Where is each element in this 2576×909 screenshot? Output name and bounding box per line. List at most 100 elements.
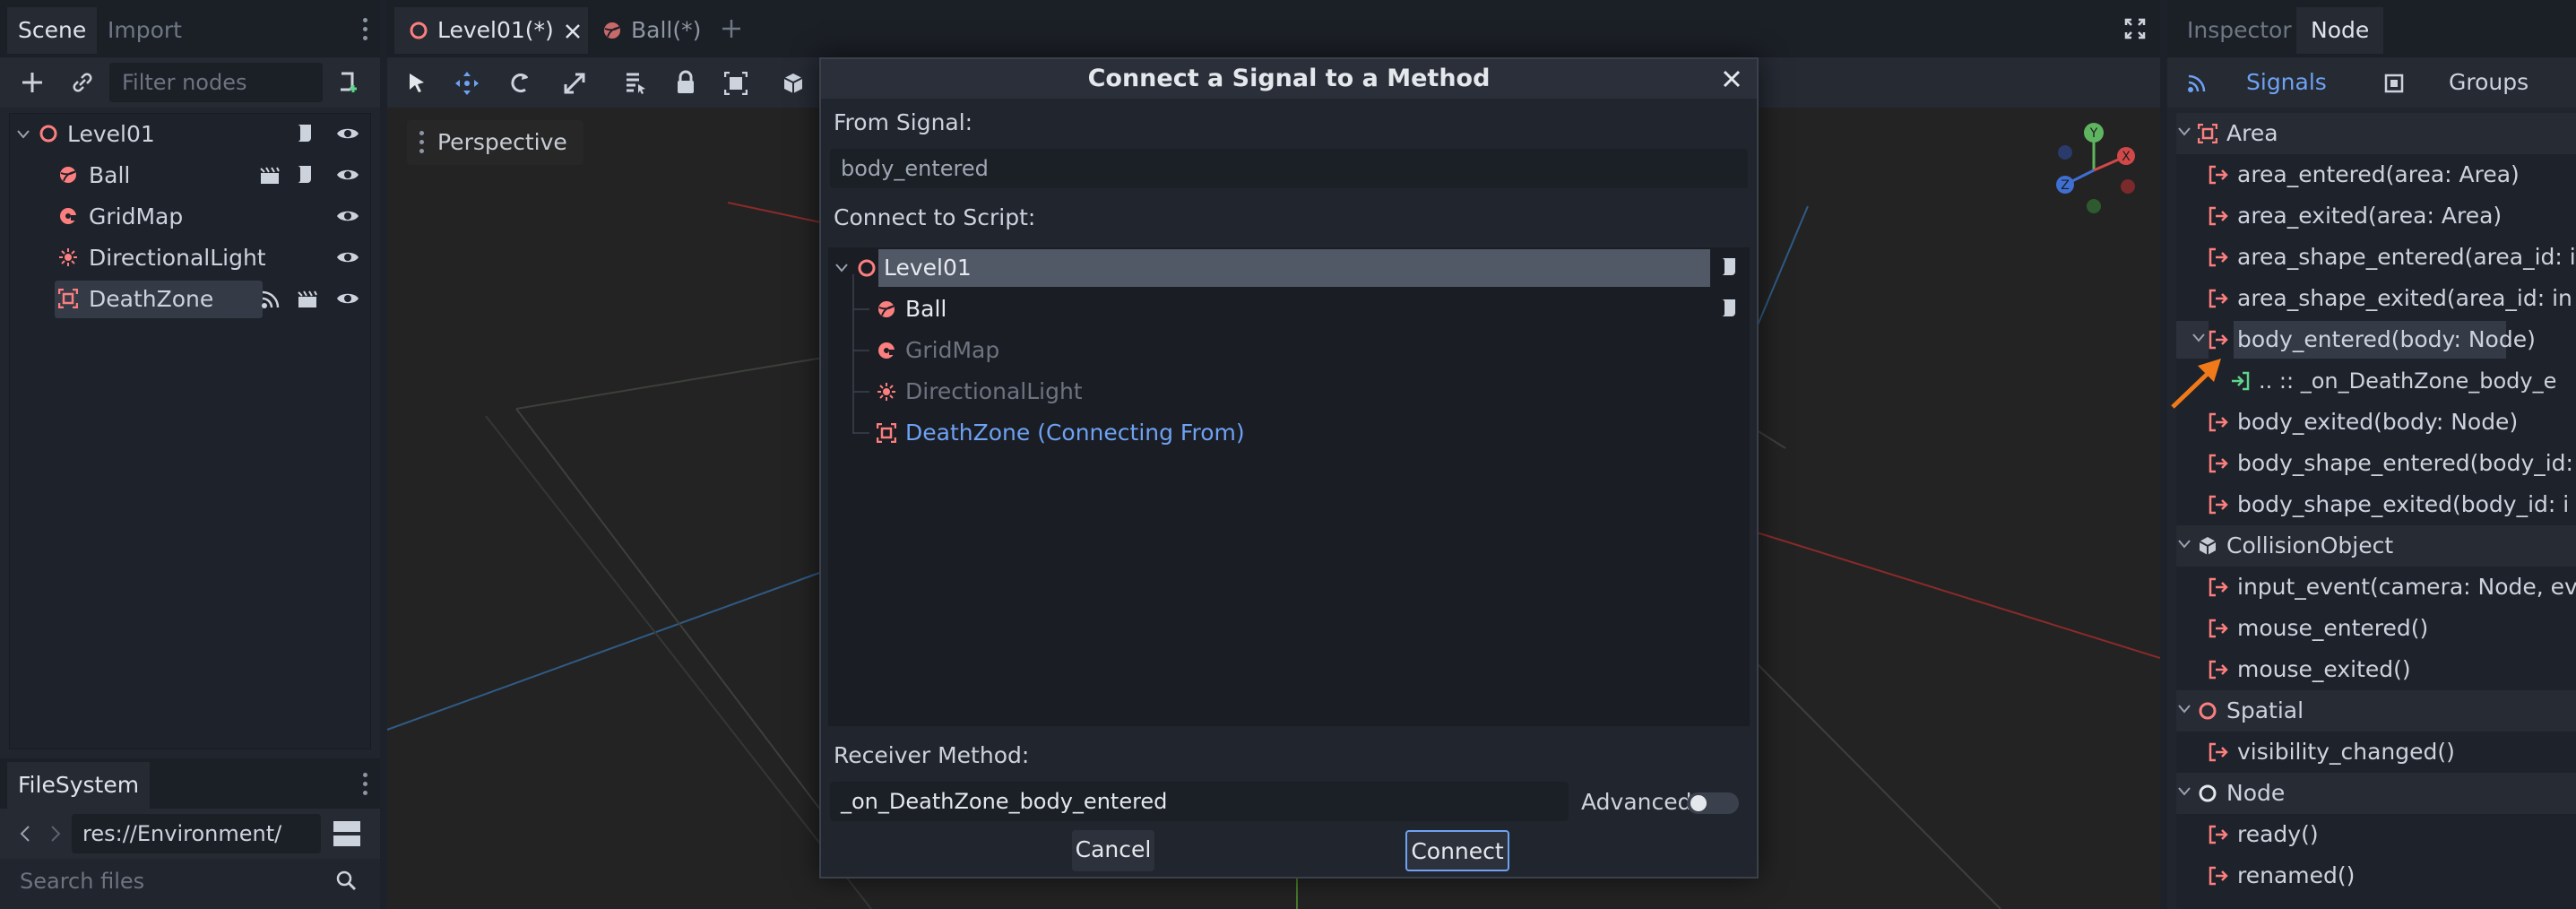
add-tab-icon[interactable] [721, 18, 742, 39]
script-node-label: DeathZone (Connecting From) [905, 420, 1245, 446]
rotate-tool-icon[interactable] [509, 72, 532, 95]
visibility-eye-icon[interactable] [336, 166, 359, 184]
close-icon[interactable] [565, 23, 581, 39]
filesystem-path-field[interactable]: res://Environment/ [72, 814, 321, 853]
scale-tool-icon[interactable] [563, 72, 586, 95]
script-icon[interactable] [295, 164, 315, 186]
scene-node-deathzone[interactable]: DeathZone [10, 279, 372, 320]
scene-dock: Scene Import Filter nodes Level01 Ball G… [0, 0, 380, 909]
script-node-ball[interactable]: Ball [828, 289, 1748, 330]
dock-menu-icon[interactable] [363, 18, 368, 45]
signal-item[interactable]: visibility_changed() [2176, 732, 2576, 773]
signal-item[interactable]: area_shape_entered(area_id: i [2176, 237, 2576, 278]
distraction-free-icon[interactable] [2124, 18, 2146, 39]
tab-import[interactable]: Import [97, 7, 193, 54]
move-tool-icon[interactable] [454, 70, 480, 97]
visibility-eye-icon[interactable] [336, 207, 359, 225]
advanced-toggle[interactable] [1687, 792, 1739, 814]
advanced-label: Advanced [1581, 789, 1692, 815]
tab-node[interactable]: Node [2296, 7, 2384, 54]
tab-groups[interactable]: Groups [2449, 57, 2528, 108]
connect-button[interactable]: Connect [1405, 830, 1509, 871]
script-node-level01[interactable]: Level01 [828, 247, 1748, 289]
scene-node-gridmap[interactable]: GridMap [10, 196, 372, 238]
instance-scene-icon[interactable] [259, 166, 281, 186]
tab-label: Ball(*) [631, 17, 702, 43]
cancel-button[interactable]: Cancel [1072, 830, 1154, 871]
scene-node-ball[interactable]: Ball [10, 155, 372, 196]
chevron-down-icon[interactable] [2178, 787, 2191, 796]
signal-item[interactable]: area_entered(area: Area) [2176, 154, 2576, 195]
list-select-icon[interactable] [624, 72, 647, 95]
chevron-down-icon[interactable] [2192, 333, 2205, 342]
signal-category-node[interactable]: Node [2176, 773, 2576, 814]
split-view-icon[interactable] [333, 821, 360, 846]
axis-gizmo[interactable]: Y X Z [2045, 120, 2144, 219]
tab-level01[interactable]: Level01(*) [394, 7, 588, 54]
script-tree: Level01 Ball GridMap DirectionalLight De… [828, 247, 1750, 726]
signal-category-label: Spatial [2226, 697, 2304, 723]
signal-item[interactable]: input_event(camera: Node, ev [2176, 567, 2576, 608]
signal-connection[interactable]: .. :: _on_DeathZone_body_e [2176, 360, 2576, 402]
signal-label: renamed() [2237, 862, 2356, 888]
instance-scene-button[interactable] [63, 63, 102, 102]
attach-script-button[interactable] [328, 63, 367, 102]
cube-icon[interactable] [782, 72, 805, 95]
dock-menu-icon[interactable] [363, 773, 368, 800]
tab-inspector[interactable]: Inspector [2173, 7, 2306, 54]
forward-icon[interactable] [50, 825, 61, 843]
tab-scene[interactable]: Scene [7, 7, 98, 54]
tab-ball[interactable]: Ball(*) [595, 7, 703, 54]
chevron-down-icon[interactable] [2178, 705, 2191, 714]
perspective-menu[interactable]: Perspective [407, 120, 583, 165]
select-tool-icon[interactable] [407, 72, 427, 93]
signal-item[interactable]: area_exited(area: Area) [2176, 195, 2576, 237]
signal-category-area[interactable]: Area [2176, 113, 2576, 154]
signal-item-body-entered[interactable]: body_entered(body: Node) [2176, 319, 2576, 360]
chevron-down-icon[interactable] [17, 130, 30, 139]
scene-node-directionallight[interactable]: DirectionalLight [10, 238, 372, 279]
signal-item[interactable]: area_shape_exited(area_id: in [2176, 278, 2576, 319]
signal-category-spatial[interactable]: Spatial [2176, 690, 2576, 732]
receiver-method-input[interactable]: _on_DeathZone_body_entered [830, 782, 1569, 821]
tab-signals[interactable]: Signals [2246, 57, 2327, 108]
filter-nodes-input[interactable]: Filter nodes [109, 63, 323, 102]
signal-item[interactable]: body_exited(body: Node) [2176, 402, 2576, 443]
perspective-label: Perspective [437, 129, 567, 155]
visibility-eye-icon[interactable] [336, 125, 359, 143]
scene-node-label: GridMap [89, 203, 184, 229]
close-icon[interactable] [1717, 65, 1746, 93]
tab-filesystem[interactable]: FileSystem [7, 762, 151, 809]
viewport-menu-icon [419, 131, 425, 158]
signal-connections-icon[interactable] [261, 290, 281, 309]
signal-item[interactable]: mouse_exited() [2176, 649, 2576, 690]
signal-item[interactable]: ready() [2176, 814, 2576, 855]
signal-item[interactable]: body_shape_entered(body_id: [2176, 443, 2576, 484]
lock-icon[interactable] [676, 70, 696, 95]
back-icon[interactable] [20, 825, 30, 843]
visibility-eye-icon[interactable] [336, 248, 359, 266]
signal-icon [2209, 825, 2228, 844]
signal-label: mouse_exited() [2237, 656, 2411, 682]
instance-scene-icon[interactable] [297, 290, 318, 309]
group-icon[interactable] [724, 72, 748, 95]
script-icon[interactable] [295, 123, 315, 144]
chevron-down-icon[interactable] [2178, 540, 2191, 549]
search-files-input[interactable]: Search files [7, 859, 373, 904]
visibility-eye-icon[interactable] [336, 290, 359, 307]
signal-item[interactable]: mouse_entered() [2176, 608, 2576, 649]
script-node-label: Ball [905, 296, 947, 322]
scene-node-level01[interactable]: Level01 [10, 114, 372, 155]
signal-category-label: Area [2226, 120, 2278, 146]
signal-label: mouse_entered() [2237, 615, 2429, 641]
signal-category-collisionobject[interactable]: CollisionObject [2176, 525, 2576, 567]
signal-label: area_shape_entered(area_id: i [2237, 244, 2576, 270]
add-node-button[interactable] [13, 63, 52, 102]
signal-icon [2209, 742, 2228, 762]
signal-item[interactable]: renamed() [2176, 855, 2576, 896]
script-icon [1722, 258, 1735, 275]
gridmap-icon [60, 208, 78, 224]
signal-item[interactable]: body_shape_exited(body_id: i [2176, 484, 2576, 525]
signal-icon [2209, 330, 2228, 350]
chevron-down-icon[interactable] [2178, 127, 2191, 136]
